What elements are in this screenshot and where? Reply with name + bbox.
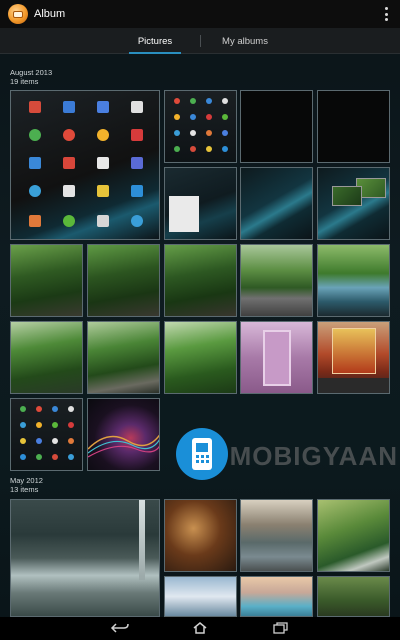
app-grid-screenshot: [29, 101, 143, 227]
home-icon[interactable]: [190, 621, 210, 635]
photo-thumbnail[interactable]: [10, 499, 160, 617]
music-player-controls: [318, 378, 389, 393]
section-date: May 2012: [10, 476, 43, 485]
tab-divider: [200, 35, 201, 47]
section-header-august-2013: August 2013 19 items: [10, 68, 52, 86]
nested-photo: [332, 186, 362, 206]
photo-thumbnail[interactable]: [164, 576, 237, 617]
back-icon[interactable]: [110, 621, 130, 635]
tab-bar: Pictures My albums: [0, 28, 400, 54]
photo-thumbnail[interactable]: [240, 321, 313, 394]
photo-thumbnail[interactable]: [317, 90, 390, 163]
photo-thumbnail[interactable]: [240, 576, 313, 617]
photo-thumbnail[interactable]: [317, 167, 390, 240]
photo-thumbnail[interactable]: [10, 244, 83, 317]
navigation-bar: [0, 617, 400, 640]
photo-thumbnail[interactable]: [10, 90, 160, 240]
dialog-screenshot: [169, 196, 199, 232]
app-grid-screenshot: [174, 98, 228, 152]
photo-thumbnail[interactable]: [240, 90, 313, 163]
photo-thumbnail[interactable]: [240, 499, 313, 572]
photo-thumbnail[interactable]: [317, 576, 390, 617]
photo-thumbnail[interactable]: [10, 398, 83, 471]
section-date: August 2013: [10, 68, 53, 77]
photo-thumbnail[interactable]: [240, 244, 313, 317]
app-title: Album: [34, 8, 66, 20]
photo-thumbnail[interactable]: [87, 244, 160, 317]
photo-thumbnail[interactable]: [10, 321, 83, 394]
photo-thumbnail[interactable]: [164, 499, 237, 572]
recent-apps-icon[interactable]: [270, 621, 290, 635]
photo-thumbnail[interactable]: [240, 167, 313, 240]
photo-thumbnail[interactable]: [87, 321, 160, 394]
tab-my-albums[interactable]: My albums: [212, 28, 278, 54]
app-grid-screenshot: [20, 406, 74, 460]
app-bar: Album: [0, 0, 400, 28]
photo-thumbnail[interactable]: [164, 167, 237, 240]
album-icon[interactable]: [8, 4, 28, 24]
speaker-image: [263, 330, 291, 386]
photo-thumbnail[interactable]: [317, 244, 390, 317]
watermark-text: MOBIGYAAN: [229, 441, 398, 471]
overflow-menu-icon[interactable]: [384, 7, 388, 21]
photo-thumbnail[interactable]: [164, 321, 237, 394]
photo-thumbnail[interactable]: [317, 499, 390, 572]
photo-thumbnail[interactable]: [164, 90, 237, 163]
section-count: 13 items: [10, 485, 39, 494]
waterfall: [139, 500, 145, 580]
watermark: MOBIGYAAN: [118, 426, 398, 482]
section-count: 19 items: [10, 77, 39, 86]
photo-thumbnail[interactable]: [164, 244, 237, 317]
section-header-may-2012: May 2012 13 items: [10, 476, 43, 494]
album-art: [332, 328, 376, 374]
photo-thumbnail[interactable]: [317, 321, 390, 394]
tab-pictures[interactable]: Pictures: [125, 28, 185, 54]
